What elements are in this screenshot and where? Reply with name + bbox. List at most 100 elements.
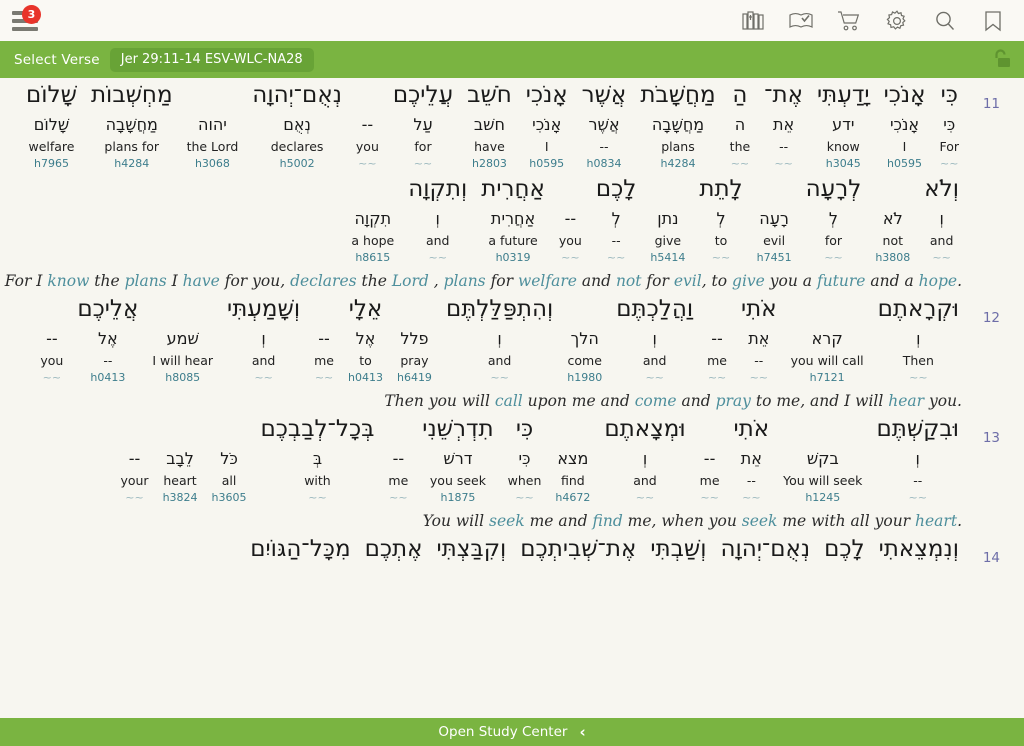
strongs-number[interactable]: ~~ — [356, 156, 379, 172]
strongs-number[interactable]: ~~ — [508, 490, 542, 506]
translation-highlight-word[interactable]: not — [616, 272, 642, 290]
strongs-number[interactable]: ~~ — [314, 370, 334, 386]
strongs-number[interactable]: ~~ — [596, 250, 637, 266]
strongs-number[interactable] — [520, 610, 636, 626]
interlinear-word[interactable]: הלך come h1980 — [560, 292, 609, 386]
strongs-number[interactable] — [879, 610, 959, 626]
strongs-number[interactable]: h2803 — [467, 156, 512, 172]
interlinear-word[interactable]: -- me ~~ — [700, 292, 734, 386]
menu-button[interactable]: 3 — [10, 4, 44, 36]
interlinear-word[interactable]: כִּי כִּי when ~~ — [501, 412, 549, 506]
strongs-number[interactable]: h7451 — [757, 250, 792, 266]
interlinear-word[interactable]: וּקְרָאתֶם וְ Then ~~ — [871, 292, 966, 386]
translation-highlight-word[interactable]: declares — [290, 272, 357, 290]
strongs-number[interactable]: ~~ — [388, 490, 408, 506]
translation-highlight-word[interactable]: future — [817, 272, 866, 290]
interlinear-word[interactable]: אֶת־שְׁׁבִיתְכֶם — [513, 532, 643, 626]
interlinear-word[interactable]: לֵבָב heart h3824 — [156, 412, 205, 506]
interlinear-word[interactable]: אָנֹכִי אָנֹכִי Ih0595 — [519, 78, 575, 172]
strongs-number[interactable]: h3605 — [212, 490, 247, 506]
interlinear-word[interactable]: וּבִקַשְׁתֶּם וְ -- ~~ — [869, 412, 966, 506]
library-books-icon[interactable] — [740, 8, 766, 34]
interlinear-word[interactable]: וְקִבַּצְתִּי — [430, 532, 514, 626]
strongs-number[interactable]: h7121 — [791, 370, 864, 386]
interlinear-word[interactable]: אֹתִי אֵת -- ~~ — [727, 412, 777, 506]
strongs-number[interactable]: h5414 — [650, 250, 685, 266]
strongs-number[interactable]: ~~ — [764, 156, 803, 172]
strongs-number[interactable] — [650, 610, 706, 626]
strongs-number[interactable]: h8615 — [351, 250, 394, 266]
strongs-number[interactable]: h1875 — [422, 490, 493, 506]
strongs-number[interactable]: h3045 — [817, 156, 870, 172]
translation-highlight-word[interactable]: hear — [888, 392, 924, 410]
strongs-number[interactable]: h4672 — [555, 490, 590, 506]
strongs-number[interactable]: h6419 — [397, 370, 432, 386]
interlinear-word[interactable]: לָתֵת לְ to ~~ — [692, 172, 749, 266]
strongs-number[interactable]: h0834 — [582, 156, 627, 172]
translation-highlight-word[interactable]: come — [635, 392, 677, 410]
strongs-number[interactable]: ~~ — [699, 250, 742, 266]
interlinear-word[interactable]: רָעָה evil h7451 — [750, 172, 799, 266]
translation-highlight-word[interactable]: plans — [125, 272, 167, 290]
interlinear-word[interactable]: בְּכָל־לְבַבְכֶם בְּ with ~~ — [254, 412, 382, 506]
interlinear-word[interactable]: יהוה the Lord h3068 — [180, 78, 246, 172]
strongs-number[interactable]: h0413 — [77, 370, 138, 386]
translation-highlight-word[interactable]: give — [732, 272, 765, 290]
interlinear-word[interactable]: תִדְרְשֵׁנִי דרשׁ you seek h1875 — [415, 412, 500, 506]
strongs-number[interactable]: h0413 — [348, 370, 383, 386]
strongs-number[interactable]: ~~ — [734, 490, 770, 506]
strongs-number[interactable]: h8085 — [152, 370, 213, 386]
strongs-number[interactable]: ~~ — [559, 250, 582, 266]
strongs-number[interactable]: h3068 — [187, 156, 239, 172]
interlinear-word[interactable]: מַחְשְׁבוֹת מַחֲשָׁבָה plans for h4284 — [84, 78, 180, 172]
verse-reference-chip[interactable]: Jer 29:11-14 ESV-WLC-NA28 — [109, 47, 314, 72]
strongs-number[interactable]: ~~ — [741, 370, 777, 386]
strongs-number[interactable]: h0595 — [884, 156, 926, 172]
strongs-number[interactable]: h7965 — [26, 156, 77, 172]
strongs-number[interactable]: h1980 — [567, 370, 602, 386]
interlinear-word[interactable]: שׁמע I will hear h8085 — [145, 292, 220, 386]
interlinear-word[interactable]: אֲשֶׁר אֲשֶׁר -- h0834 — [575, 78, 634, 172]
interlinear-word[interactable]: וְנִמְצֵאתִי — [872, 532, 966, 626]
strongs-number[interactable]: h4284 — [91, 156, 173, 172]
interlinear-word[interactable]: מִכָּל־הַגּוֹיִם — [243, 532, 357, 626]
strongs-number[interactable] — [365, 610, 423, 626]
strongs-number[interactable]: ~~ — [616, 370, 693, 386]
strongs-number[interactable]: ~~ — [408, 250, 467, 266]
bookmark-icon[interactable] — [980, 8, 1006, 34]
translation-highlight-word[interactable]: heart — [915, 512, 957, 530]
interlinear-word[interactable]: שָׁלוֹם שָׁלוֹם welfare h7965 — [19, 78, 84, 172]
interlinear-word[interactable]: תִקְוָה a hope h8615 — [344, 172, 401, 266]
translation-highlight-word[interactable]: call — [495, 392, 523, 410]
strongs-number[interactable] — [437, 610, 507, 626]
interlinear-word[interactable]: לְרָעָה לְ for ~~ — [799, 172, 869, 266]
shopping-cart-icon[interactable] — [836, 8, 862, 34]
translation-highlight-word[interactable]: seek — [742, 512, 778, 530]
strongs-number[interactable]: ~~ — [939, 156, 959, 172]
interlinear-word[interactable]: קרא you will call h7121 — [784, 292, 871, 386]
strongs-number[interactable]: h0595 — [526, 156, 568, 172]
open-book-check-icon[interactable] — [788, 8, 814, 34]
interlinear-word[interactable]: וְלֹא וְ and ~~ — [917, 172, 966, 266]
interlinear-word[interactable]: אֶתְכֶם — [358, 532, 430, 626]
strongs-number[interactable]: ~~ — [730, 156, 751, 172]
translation-highlight-word[interactable]: find — [593, 512, 623, 530]
interlinear-word[interactable]: בקשׁ You will seek h1245 — [776, 412, 869, 506]
interlinear-word[interactable]: וְשָׁמַעְתִּי וְ and ~~ — [220, 292, 307, 386]
strongs-number[interactable]: ~~ — [924, 250, 959, 266]
translation-highlight-word[interactable]: hope — [919, 272, 957, 290]
interlinear-word[interactable]: אַחֲרִית אַחֲרִית a future h0319 — [474, 172, 552, 266]
translation-highlight-word[interactable]: Lord — [392, 272, 429, 290]
interlinear-word[interactable]: וַהֲלַכְתֶּם וְ and ~~ — [609, 292, 700, 386]
interlinear-word[interactable]: כִּי כִּי For ~~ — [932, 78, 966, 172]
select-verse-button[interactable]: Select Verse — [14, 52, 100, 68]
strongs-number[interactable]: h3824 — [163, 490, 198, 506]
interlinear-word[interactable]: -- me ~~ — [693, 412, 727, 506]
translation-highlight-word[interactable]: have — [183, 272, 220, 290]
interlinear-word[interactable]: פלל pray h6419 — [390, 292, 439, 386]
interlinear-word[interactable]: אֲלֵיכֶם אֶל -- h0413 — [70, 292, 145, 386]
strongs-number[interactable] — [250, 610, 350, 626]
search-icon[interactable] — [932, 8, 958, 34]
strongs-number[interactable]: h5002 — [252, 156, 342, 172]
translation-highlight-word[interactable]: seek — [489, 512, 525, 530]
